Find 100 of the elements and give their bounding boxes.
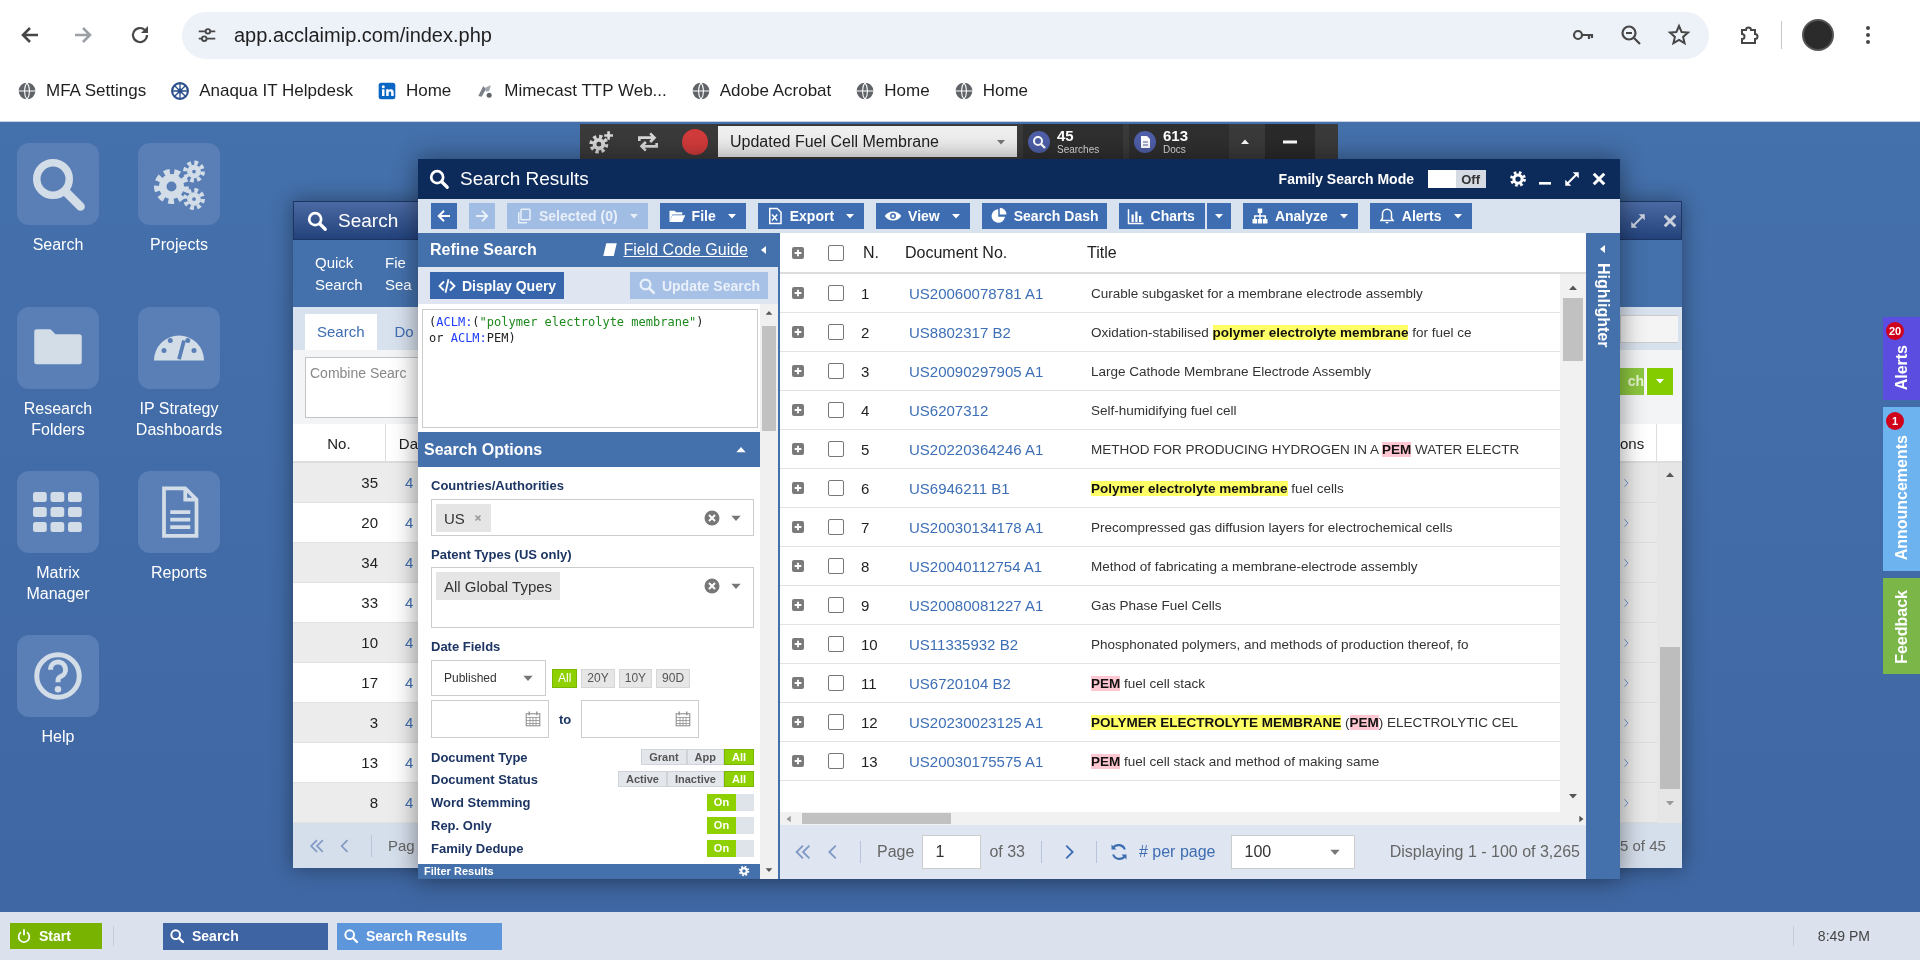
star-icon[interactable] (1667, 23, 1691, 47)
row-checkbox[interactable] (827, 285, 844, 301)
expand-row-icon[interactable] (790, 753, 806, 769)
address-bar[interactable]: app.acclaimip.com/index.php (182, 11, 1709, 59)
page-field[interactable]: 1 (922, 835, 982, 869)
bookmark[interactable]: Home (855, 81, 930, 101)
row-checkbox[interactable] (827, 558, 844, 574)
document-link[interactable]: US20040112754 A1 (897, 557, 1043, 575)
expand-row-icon[interactable] (790, 285, 806, 301)
field-code-guide-link[interactable]: Field Code Guide (601, 241, 748, 259)
back-arrow-button[interactable] (431, 203, 457, 229)
select-all-checkbox[interactable] (827, 244, 844, 261)
close-icon[interactable] (1590, 170, 1608, 188)
app-label[interactable]: Reports (124, 562, 234, 583)
record-button[interactable] (682, 128, 708, 155)
row-checkbox[interactable] (827, 519, 844, 535)
bookmark[interactable]: MFA Settings (17, 81, 147, 101)
tab[interactable]: Search (305, 314, 377, 350)
scrollbar[interactable] (780, 812, 1586, 825)
calendar-icon[interactable] (524, 710, 542, 728)
tab[interactable]: Quick Search (315, 251, 375, 296)
multi-select-field[interactable]: US (431, 499, 754, 536)
document-link[interactable]: US6720104 B2 (897, 674, 1011, 692)
document-link[interactable]: US20030134178 A1 (897, 518, 1044, 536)
query-editor[interactable]: (ACLM:("polymer electrolyte membrane") or ACLM:PEM) (422, 309, 758, 428)
date-field[interactable] (581, 700, 700, 738)
document-link[interactable]: US20230023125 A1 (897, 713, 1044, 731)
toolbar-button[interactable]: View (876, 203, 970, 229)
app-tile[interactable] (17, 143, 99, 225)
multi-select-field[interactable]: All Global Types (431, 567, 754, 628)
row-checkbox[interactable] (827, 636, 844, 652)
document-link[interactable]: US20080081227 A1 (897, 596, 1044, 614)
taskbar-item[interactable]: Search (163, 922, 328, 950)
dropdown-button[interactable] (1206, 203, 1231, 229)
app-label[interactable]: Search (3, 234, 113, 255)
scrollbar[interactable] (760, 304, 778, 879)
row-checkbox[interactable] (827, 753, 844, 769)
saved-search-dropdown[interactable]: Updated Fuel Cell Membrane (718, 126, 1017, 157)
range-button[interactable]: 10Y (618, 668, 653, 688)
date-field[interactable] (431, 700, 549, 738)
toolbar-button[interactable]: Charts (1118, 203, 1205, 229)
expand-row-icon[interactable] (790, 597, 806, 613)
bookmark[interactable]: Anaqua IT Helpdesk (170, 81, 353, 101)
toolbar-button[interactable]: File (659, 203, 746, 229)
gear-plus-icon[interactable] (588, 128, 614, 155)
expand-row-icon[interactable] (790, 402, 806, 418)
date-field-select[interactable]: Published (431, 660, 546, 696)
highlighter-tab[interactable]: Highlighter (1586, 233, 1620, 879)
expand-row-icon[interactable] (790, 636, 806, 652)
app-label[interactable]: Projects (124, 234, 234, 255)
expand-row-icon[interactable] (790, 519, 806, 535)
app-tile[interactable] (138, 471, 220, 553)
remove-icon[interactable] (472, 513, 483, 523)
bookmark[interactable]: Mimecast TTP Web... (475, 81, 667, 101)
segment-button[interactable]: Grant (641, 749, 687, 765)
per-page-select[interactable]: 100 (1231, 835, 1356, 869)
row-checkbox[interactable] (827, 441, 844, 457)
expand-row-icon[interactable] (790, 675, 806, 691)
display-query-button[interactable]: Display Query (430, 272, 565, 299)
section-header[interactable]: Search Options (418, 432, 760, 467)
document-link[interactable]: US20030175575 A1 (897, 752, 1044, 770)
side-tab[interactable]: Announcements 1 (1883, 407, 1920, 571)
avatar[interactable] (1802, 19, 1834, 51)
scrollbar[interactable] (1657, 463, 1682, 823)
clear-icon[interactable] (703, 509, 721, 527)
bookmark[interactable]: Home (953, 81, 1028, 101)
scroll-thumb[interactable] (762, 326, 776, 431)
expand-row-icon[interactable] (790, 363, 806, 379)
document-icon[interactable] (1133, 129, 1157, 154)
row-checkbox[interactable] (827, 597, 844, 613)
range-button[interactable]: 20Y (581, 668, 615, 688)
app-tile[interactable] (138, 143, 220, 225)
expand-row-icon[interactable] (790, 441, 806, 457)
column-header[interactable]: Document No. (897, 243, 1008, 262)
scrollbar[interactable] (1560, 274, 1586, 812)
document-link[interactable]: US11335932 B2 (897, 635, 1018, 653)
bookmark[interactable]: Home (376, 81, 452, 101)
scroll-thumb[interactable] (1659, 647, 1680, 789)
toolbar-button[interactable]: Search Dash (981, 203, 1107, 229)
toolbar-button[interactable]: Alerts (1369, 203, 1472, 229)
app-tile[interactable] (17, 471, 99, 553)
document-link[interactable]: US20090297905 A1 (897, 362, 1044, 380)
document-link[interactable]: US6946211 B1 (897, 479, 1010, 497)
segment-button[interactable]: Inactive (666, 771, 724, 787)
clear-icon[interactable] (703, 577, 721, 595)
search-field[interactable] (1620, 314, 1678, 343)
calendar-icon[interactable] (674, 710, 693, 728)
document-link[interactable]: US20060078781 A1 (897, 284, 1044, 302)
scroll-thumb[interactable] (802, 813, 951, 824)
document-link[interactable]: US20220364246 A1 (897, 440, 1044, 458)
row-checkbox[interactable] (827, 402, 844, 418)
side-tab[interactable]: Alerts 20 (1883, 317, 1920, 401)
section-header[interactable]: Filter Results (418, 864, 760, 879)
scroll-thumb[interactable] (1563, 298, 1583, 361)
segment-button[interactable]: App (686, 749, 724, 765)
bookmark[interactable]: Adobe Acrobat (690, 81, 832, 101)
app-label[interactable]: Help (3, 726, 113, 747)
column-header[interactable]: Title (1079, 243, 1117, 262)
expand-row-icon[interactable] (790, 558, 806, 574)
document-link[interactable]: US8802317 B2 (897, 323, 1011, 341)
